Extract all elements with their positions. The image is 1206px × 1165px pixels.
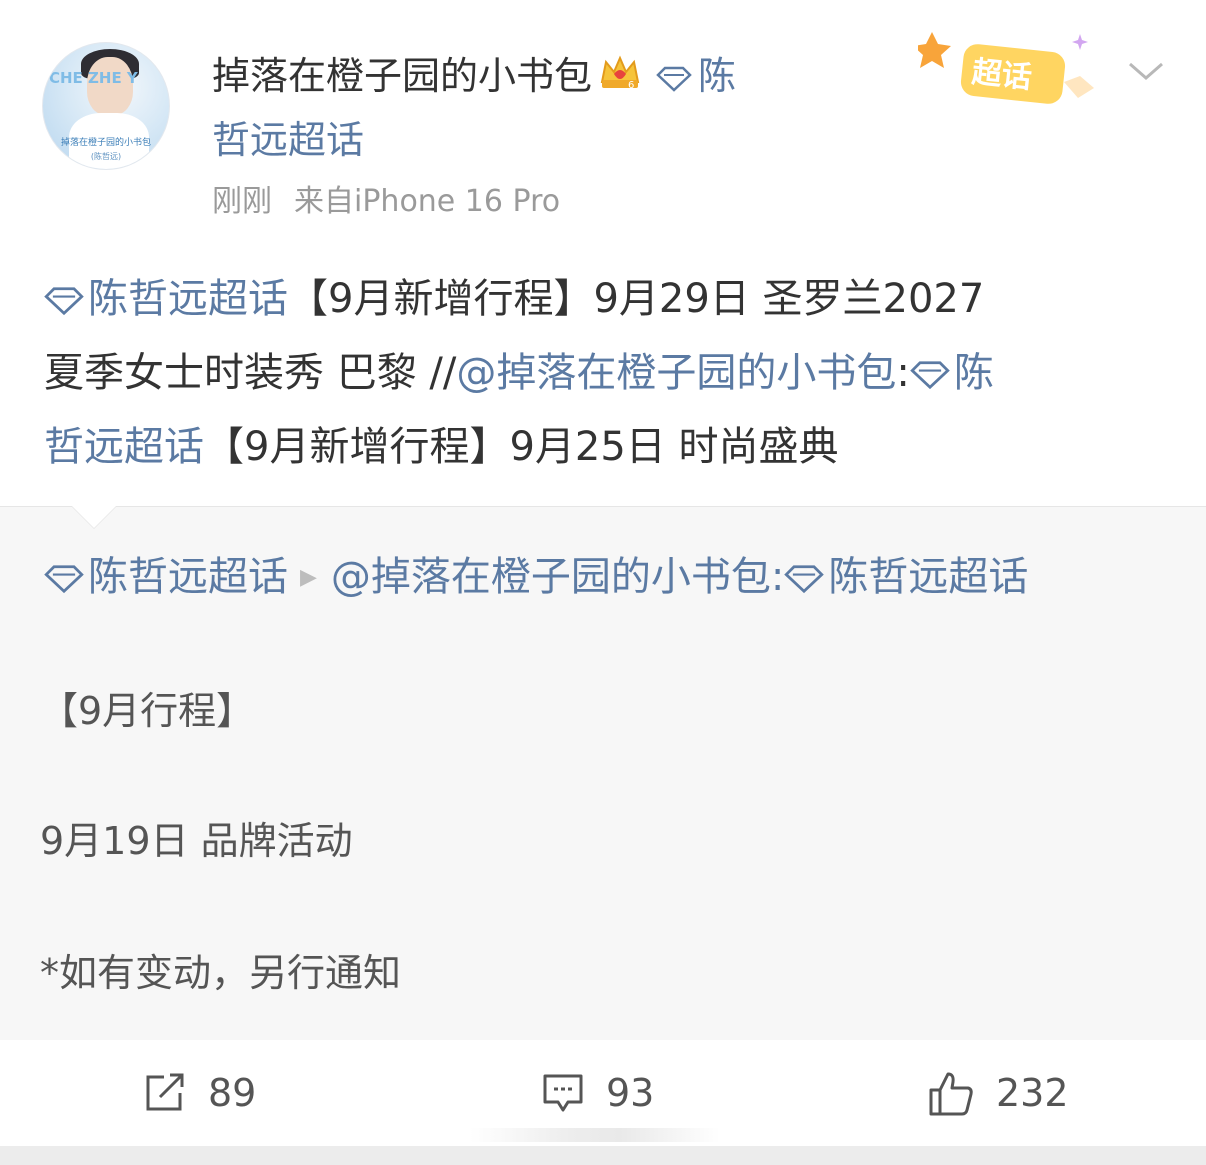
comment-count: 93 — [606, 1071, 655, 1115]
topic-link-part2[interactable]: 哲远超话 — [212, 112, 364, 168]
diamond-topic-icon — [44, 551, 84, 611]
retweet-header: 陈哲远超话 ▶ @掉落在橙子园的小书包: 陈哲远超话 — [44, 547, 1028, 611]
bottom-divider — [0, 1146, 1206, 1165]
content-colon: : — [896, 350, 910, 396]
retweet-mention[interactable]: @掉落在橙子园的小书包: — [331, 554, 784, 600]
post-source: 来自iPhone 16 Pro — [294, 184, 561, 219]
username[interactable]: 掉落在橙子园的小书包 — [212, 54, 592, 98]
retweet-line-2: 9月19日 品牌活动 — [40, 819, 353, 863]
post-content: 陈哲远超话【9月新增行程】9月29日 圣罗兰2027 夏季女士时装秀 巴黎 //… — [44, 264, 1164, 482]
diamond-topic-icon — [656, 51, 692, 107]
like-icon — [929, 1072, 973, 1116]
content-text-3: 【9月新增行程】9月25日 时尚盛典 — [204, 424, 839, 470]
retweet-topic-text-2: 陈哲远超话 — [828, 554, 1029, 600]
topic-link-part1[interactable]: 陈 — [698, 54, 736, 98]
chevron-down-icon[interactable] — [1126, 56, 1166, 86]
content-topic-link-1[interactable]: 陈哲远超话 — [44, 276, 288, 322]
content-text-2: 夏季女士时装秀 巴黎 // — [44, 350, 457, 396]
shadow-fade — [470, 1128, 720, 1142]
diamond-topic-icon — [910, 342, 950, 412]
retweet-notch — [72, 506, 116, 528]
content-topic-link-2[interactable]: 陈 — [910, 350, 994, 396]
crown-badge-icon: 6 — [598, 51, 642, 107]
repost-count: 89 — [208, 1071, 257, 1115]
retweet-topic-text: 陈哲远超话 — [88, 554, 288, 600]
badge-label: 超话 — [970, 55, 1033, 96]
retweet-card[interactable]: 陈哲远超话 ▶ @掉落在橙子园的小书包: 陈哲远超话 【9月行程】 9月19日 品牌活… — [0, 506, 1206, 1041]
avatar-side-text: CHE ZHE Y — [49, 69, 138, 87]
avatar[interactable]: CHE ZHE Y 掉落在橙子园的小书包 (陈哲远) — [42, 42, 170, 170]
avatar-band-text: 掉落在橙子园的小书包 — [60, 138, 151, 148]
content-mention[interactable]: @掉落在橙子园的小书包 — [456, 350, 896, 396]
diamond-topic-icon — [44, 268, 84, 338]
avatar-small-text: (陈哲远) — [90, 152, 122, 161]
svg-text:6: 6 — [628, 80, 634, 91]
share-icon — [146, 1073, 184, 1111]
like-count: 232 — [996, 1071, 1069, 1115]
username-line: 掉落在橙子园的小书包 6 陈 — [212, 48, 736, 104]
play-arrow-icon: ▶ — [300, 565, 317, 590]
content-topic-text-2b[interactable]: 哲远超话 — [44, 424, 204, 470]
retweet-topic-link-2[interactable]: 陈哲远超话 — [784, 554, 1028, 600]
like-button[interactable]: 232 — [928, 1068, 1069, 1118]
comment-button[interactable]: 93 — [542, 1068, 654, 1118]
chaohua-badge[interactable]: 超话 — [913, 26, 1108, 110]
post-meta: 刚刚 来自iPhone 16 Pro — [212, 180, 560, 224]
content-topic-text-1: 陈哲远超话 — [88, 276, 288, 322]
diamond-topic-icon — [784, 551, 825, 611]
content-topic-text-2a: 陈 — [953, 350, 994, 396]
content-text-1: 【9月新增行程】9月29日 圣罗兰2027 — [288, 276, 985, 322]
retweet-line-1: 【9月行程】 — [40, 689, 255, 733]
retweet-line-3: *如有变动，另行通知 — [40, 951, 402, 995]
retweet-topic-link[interactable]: 陈哲远超话 — [44, 554, 288, 600]
comment-icon — [543, 1074, 583, 1112]
post-header: CHE ZHE Y 掉落在橙子园的小书包 (陈哲远) 掉落在橙子园的小书包 6 … — [0, 0, 1206, 240]
repost-button[interactable]: 89 — [144, 1068, 256, 1118]
post-time: 刚刚 — [212, 184, 272, 219]
